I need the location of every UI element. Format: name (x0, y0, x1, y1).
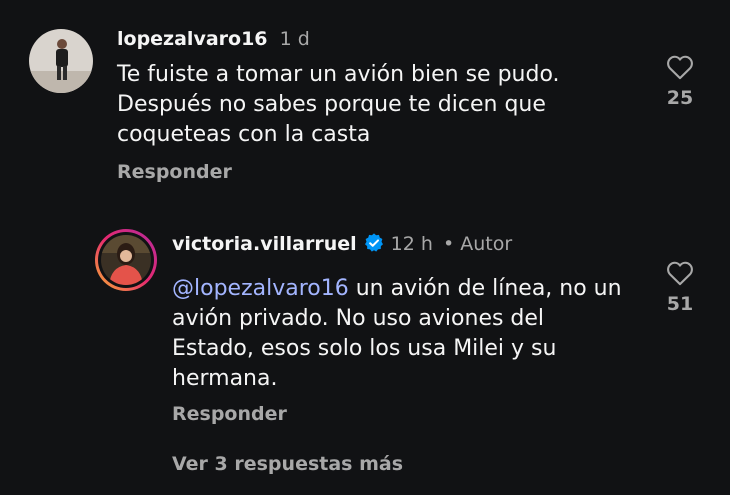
comment-text-line: avión privado. No uso aviones del (172, 306, 545, 331)
comment-text: Te fuiste a tomar un avión bien se pudo.… (117, 60, 560, 150)
avatar-photo (29, 29, 93, 93)
comment-text-fragment: un avión de línea, no un (348, 276, 622, 301)
like-group: 51 (655, 260, 705, 315)
username[interactable]: victoria.villarruel (172, 233, 357, 255)
comment-header: lopezalvaro16 1 d (117, 27, 310, 51)
avatar[interactable] (95, 229, 157, 291)
like-count: 25 (666, 87, 694, 109)
view-more-replies-button[interactable]: Ver 3 respuestas más (172, 452, 403, 476)
comment-text-line: Después no sabes porque te dicen que (117, 92, 546, 117)
username[interactable]: lopezalvaro16 (117, 28, 268, 50)
mention-link[interactable]: @lopezalvaro16 (172, 276, 349, 301)
reply-button[interactable]: Responder (117, 160, 232, 184)
avatar[interactable] (29, 29, 93, 93)
reply-button[interactable]: Responder (172, 402, 287, 426)
verified-badge-icon (363, 232, 385, 260)
author-badge: • Autor (442, 233, 513, 255)
avatar-photo (101, 235, 151, 285)
heart-outline-icon[interactable] (666, 54, 694, 80)
comment-text-line: @lopezalvaro16 un avión de línea, no un (172, 274, 622, 304)
like-group: 25 (655, 54, 705, 109)
like-count: 51 (666, 293, 694, 315)
comment-time: 1 d (279, 28, 310, 50)
comment-time: 12 h (390, 233, 433, 255)
comment-text-line: hermana. (172, 366, 278, 391)
heart-outline-icon[interactable] (666, 260, 694, 286)
comment-text-line: Estado, esos solo los usa Milei y su (172, 336, 557, 361)
comment-text-line: Te fuiste a tomar un avión bien se pudo. (117, 62, 560, 87)
comment-header: victoria.villarruel 12 h • Autor (172, 232, 512, 260)
comment-text: @lopezalvaro16 un avión de línea, no un … (172, 274, 622, 394)
comment-text-line: coqueteas con la casta (117, 122, 371, 147)
